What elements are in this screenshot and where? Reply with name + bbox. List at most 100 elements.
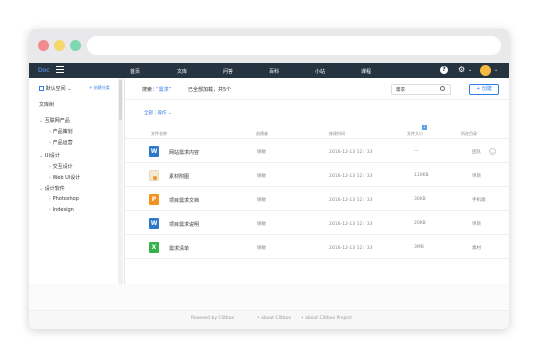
file-modified: 2016-12-13 12：33 [329, 174, 373, 179]
footer-about-project-link[interactable]: • about Clitbox Project [301, 316, 352, 321]
tree-item-label: 产品策划 [52, 129, 73, 135]
sidebar: 默认空间 ⌄ + 创建分类 文库树 ⌄ 互联网产品 › 产品策划 › 产品运营 ⌄ U… [29, 78, 125, 284]
tree-folder[interactable]: ⌄ 设计软件 [39, 185, 65, 192]
chevron-down-icon: ⌄ [67, 86, 72, 92]
table-row[interactable]: P 项目需求文档 微敏 2016-12-13 12：33 30KB 手机端 [125, 188, 509, 211]
table-row[interactable]: W 网站需求内容 微敏 2016-12-13 12：33 — 团队 ⌄ [125, 140, 509, 163]
word-file-icon: W [149, 146, 159, 157]
search-prefix: 搜索： [142, 87, 158, 93]
tree-item-label: Photoshop [52, 196, 79, 202]
file-name[interactable]: 需求清单 [169, 245, 189, 252]
browser-chrome [29, 29, 509, 63]
file-location: 团队 [472, 150, 481, 155]
file-location: 项目 [472, 174, 481, 179]
main-content: 搜索： “需求” 已全部加载，共5个 需求 + 创建 全部 | 操作 ⌄ 文件名… [125, 78, 509, 284]
gear-icon[interactable]: ⚙ [458, 65, 465, 74]
table-header: 文件名称 创建者 修改时间 文件大小 ↓ 所在目录 [125, 125, 509, 139]
chevron-down-icon[interactable]: ⌄ [494, 67, 498, 73]
file-name[interactable]: 素材附图 [169, 173, 189, 180]
file-modified: 2016-12-13 12：33 [329, 198, 373, 203]
tree-item[interactable]: › Web UI设计 [49, 174, 80, 181]
word-file-icon: W [149, 218, 159, 229]
tree-item-label: UI设计 [44, 153, 60, 159]
file-name[interactable]: 项目需求文档 [169, 197, 199, 204]
image-file-icon [149, 170, 159, 181]
tree-item[interactable]: › 产品运营 [49, 139, 73, 146]
crumb-all[interactable]: 全部 [144, 111, 153, 116]
search-result-count: 已全部加载，共5个 [188, 87, 232, 93]
footer-about-link[interactable]: • about Clitbox [257, 316, 291, 321]
tree-item[interactable]: › Indesign [49, 207, 74, 213]
nav-wiki[interactable]: 百科 [269, 68, 279, 75]
breadcrumb: 全部 | 操作 ⌄ [144, 111, 172, 116]
create-category-link[interactable]: + 创建分类 [89, 85, 110, 91]
file-size: 20KB [414, 221, 426, 226]
file-size: 30KB [414, 197, 426, 202]
nav-home[interactable]: 首页 [130, 68, 140, 75]
tree-item-label: 交互设计 [52, 164, 73, 170]
file-creator: 微敏 [257, 246, 266, 251]
nav-qa[interactable]: 问答 [223, 68, 233, 75]
ppt-file-icon: P [149, 194, 159, 205]
table-row[interactable]: X 需求清单 微敏 2016-12-13 12：33 3MB 素材 [125, 236, 509, 259]
search-input-value: 需求 [396, 88, 405, 93]
sidebar-scrollbar[interactable] [118, 78, 123, 284]
search-icon[interactable] [440, 86, 445, 91]
help-icon[interactable]: ? [440, 66, 448, 74]
file-creator: 微敏 [257, 198, 266, 203]
sort-icon[interactable]: ↓ [422, 125, 427, 130]
file-size: — [414, 149, 419, 154]
crumb-action[interactable]: 操作 [157, 111, 166, 116]
maximize-window-dot[interactable] [70, 40, 81, 51]
tree-item[interactable]: › 产品策划 [49, 128, 73, 135]
file-location: 项目 [472, 222, 481, 227]
tree-item-label: 互联网产品 [44, 118, 70, 124]
row-more-icon[interactable]: ⌄ [489, 148, 496, 155]
footer: Powered by Clitbox • about Clitbox • abo… [29, 310, 509, 329]
search-input[interactable]: 需求 [391, 84, 451, 95]
col-name[interactable]: 文件名称 [151, 131, 167, 137]
avatar[interactable] [480, 65, 491, 76]
footer-powered[interactable]: Powered by Clitbox [191, 316, 234, 321]
col-modified[interactable]: 修改时间 [329, 131, 345, 137]
col-size[interactable]: 文件大小 [407, 131, 423, 137]
tree-item-label: Web UI设计 [52, 175, 81, 181]
tree-item-label: 设计软件 [44, 186, 65, 192]
app-logo[interactable]: Doc [38, 67, 50, 74]
file-creator: 微敏 [257, 222, 266, 227]
tree-folder[interactable]: ⌄ UI设计 [39, 152, 60, 159]
space-icon [39, 86, 44, 91]
tree-item[interactable]: › Photoshop [49, 196, 79, 202]
address-bar[interactable] [87, 36, 501, 55]
file-name[interactable]: 网站需求内容 [169, 149, 199, 156]
create-button[interactable]: + 创建 [469, 84, 499, 95]
space-selector[interactable]: 默认空间 ⌄ [39, 85, 71, 92]
menu-icon[interactable] [56, 66, 64, 74]
nav-courses[interactable]: 课程 [361, 68, 371, 75]
browser-window: Doc 首页 文库 问答 百科 小站 课程 ? ⚙ ⌄ ⌄ 默认空间 ⌄ + 创… [29, 29, 509, 329]
file-creator: 微敏 [257, 174, 266, 179]
tree-root: 文库树 [39, 102, 55, 108]
nav-station[interactable]: 小站 [315, 68, 325, 75]
tree-item[interactable]: › 交互设计 [49, 163, 73, 170]
file-modified: 2016-12-13 12：33 [329, 222, 373, 227]
minimize-window-dot[interactable] [54, 40, 65, 51]
close-window-dot[interactable] [38, 40, 49, 51]
tree-folder[interactable]: ⌄ 互联网产品 [39, 117, 70, 124]
col-creator[interactable]: 创建者 [256, 131, 268, 137]
file-creator: 微敏 [257, 150, 266, 155]
top-nav: Doc 首页 文库 问答 百科 小站 课程 ? ⚙ ⌄ ⌄ [29, 63, 509, 78]
col-location[interactable]: 所在目录 [461, 131, 477, 137]
file-size: 3MB [414, 245, 424, 250]
table-row[interactable]: 素材附图 微敏 2016-12-13 12：33 110KB 项目 [125, 164, 509, 187]
file-name[interactable]: 项目需求说明 [169, 221, 199, 228]
nav-library[interactable]: 文库 [177, 68, 187, 75]
tree-item-label: 产品运营 [52, 140, 73, 146]
file-modified: 2016-12-13 12：33 [329, 150, 373, 155]
table-row[interactable]: W 项目需求说明 微敏 2016-12-13 12：33 20KB 项目 [125, 212, 509, 235]
chevron-down-icon[interactable]: ⌄ [468, 67, 472, 73]
file-location: 手机端 [472, 198, 486, 203]
chevron-down-icon[interactable]: ⌄ [168, 111, 172, 116]
file-modified: 2016-12-13 12：33 [329, 246, 373, 251]
tree-item-label: Indesign [52, 207, 74, 213]
